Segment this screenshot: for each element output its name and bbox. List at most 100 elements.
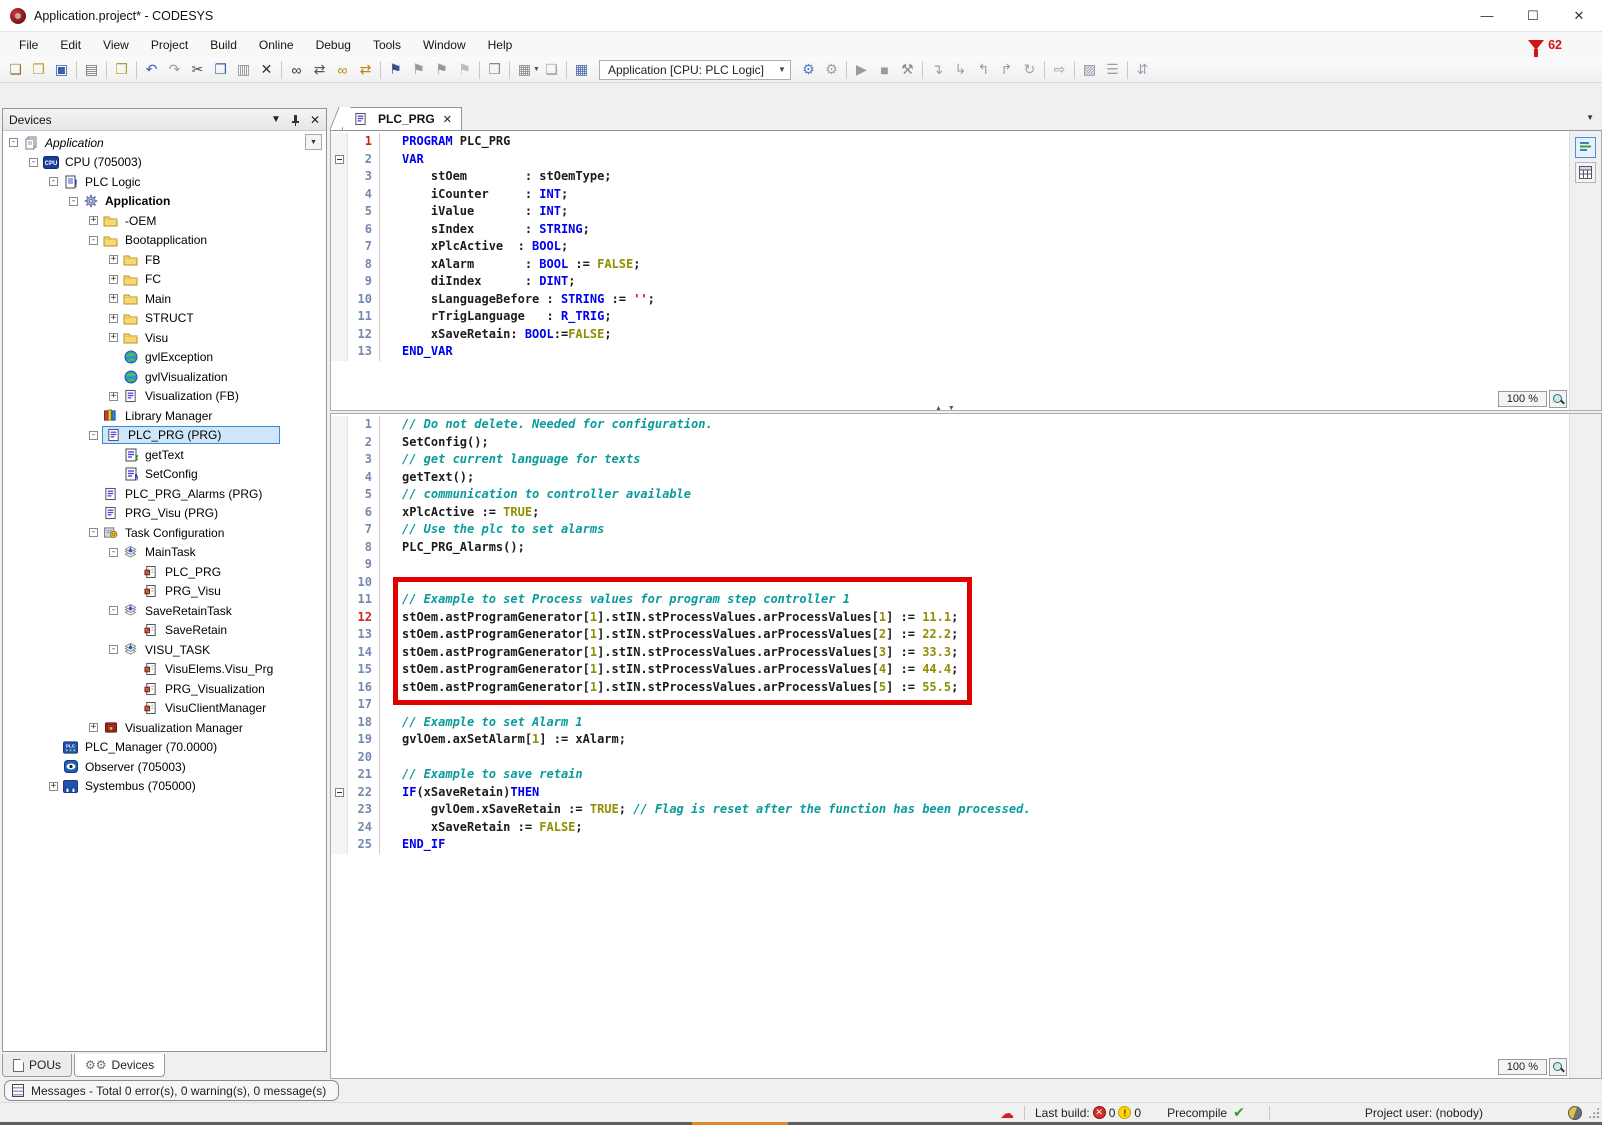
next-bookmark-icon[interactable]: ⚑ [430, 59, 453, 81]
force-values-icon[interactable]: ☰ [1101, 59, 1124, 81]
maximize-button[interactable]: ☐ [1510, 0, 1556, 32]
next-statement-icon[interactable]: ⇨ [1048, 59, 1071, 81]
close-button[interactable]: ✕ [1556, 0, 1602, 32]
collapse-icon[interactable]: - [109, 645, 118, 654]
redo-icon[interactable]: ↷ [163, 59, 186, 81]
collapse-icon[interactable]: - [29, 158, 38, 167]
logout-icon[interactable]: ⚙ [820, 59, 843, 81]
flow-control-icon[interactable]: ⇵ [1131, 59, 1154, 81]
tabular-view-button[interactable] [1575, 162, 1596, 183]
tab-plc-prg[interactable]: PLC_PRG ✕ [342, 107, 462, 130]
bookmark-icon[interactable]: ⚑ [384, 59, 407, 81]
tree-item-main[interactable]: +Main [3, 289, 326, 309]
login-icon[interactable]: ⚙ [797, 59, 820, 81]
menu-build[interactable]: Build [199, 34, 248, 56]
find-in-objects-icon[interactable]: ∞ [331, 59, 354, 81]
open-file-icon[interactable]: ❐ [27, 59, 50, 81]
implementation-code[interactable]: 1// Do not delete. Needed for configurat… [331, 416, 1569, 1078]
export-icon[interactable]: ❏ [540, 59, 563, 81]
tree-item-plc-manager-70-0000-[interactable]: PLCPLC_Manager (70.0000) [3, 738, 326, 758]
collapse-icon[interactable]: - [109, 606, 118, 615]
menu-debug[interactable]: Debug [305, 34, 362, 56]
pin-icon[interactable] [291, 115, 300, 124]
expand-icon[interactable]: + [109, 255, 118, 264]
tree-item-plc-prg-prg-[interactable]: -PLC_PRG (PRG) [3, 426, 326, 446]
tab-devices[interactable]: ⚙⚙ Devices [74, 1054, 165, 1077]
tree-item-library-manager[interactable]: Library Manager [3, 406, 326, 426]
resize-grip[interactable] [1588, 1107, 1600, 1119]
tab-close-icon[interactable]: ✕ [443, 113, 452, 126]
menu-project[interactable]: Project [140, 34, 199, 56]
magnifier-icon[interactable] [1549, 390, 1567, 408]
stop-icon[interactable]: ■ [873, 59, 896, 81]
tree-item-maintask[interactable]: -MainTask [3, 543, 326, 563]
tree-item-task-configuration[interactable]: -Task Configuration [3, 523, 326, 543]
rebuild-icon[interactable]: ⚒ [896, 59, 919, 81]
tree-item-application[interactable]: -Application [3, 192, 326, 212]
tree-item-plc-logic[interactable]: -!PLC Logic [3, 172, 326, 192]
tree-item-visualization-fb-[interactable]: +Visualization (FB) [3, 387, 326, 407]
step-into-icon[interactable]: ↳ [949, 59, 972, 81]
tree-item-application[interactable]: -Application [3, 133, 326, 153]
expand-icon[interactable]: + [109, 314, 118, 323]
tree-item-struct[interactable]: +STRUCT [3, 309, 326, 329]
copy-icon[interactable]: ❐ [209, 59, 232, 81]
tree-item-visuelems-visu-prg[interactable]: VisuElems.Visu_Prg [3, 660, 326, 680]
expand-icon[interactable]: + [109, 275, 118, 284]
tree-item-prg-visu-prg-[interactable]: PRG_Visu (PRG) [3, 504, 326, 524]
toggle-breakpoint-icon[interactable]: ▨ [1078, 59, 1101, 81]
declaration-zoom-control[interactable]: 100 % [1498, 390, 1567, 408]
tree-item-plc-prg[interactable]: PLC_PRG [3, 562, 326, 582]
tree-root-dropdown[interactable]: ▼ [305, 134, 322, 150]
menu-file[interactable]: File [8, 34, 49, 56]
minimize-button[interactable]: — [1464, 0, 1510, 32]
filter-funnel-icon[interactable] [1528, 40, 1544, 50]
expand-icon[interactable]: + [109, 294, 118, 303]
tree-item-visu[interactable]: +Visu [3, 328, 326, 348]
tree-item-plc-prg-alarms-prg-[interactable]: PLC_PRG_Alarms (PRG) [3, 484, 326, 504]
delete-icon[interactable]: ✕ [255, 59, 278, 81]
expand-icon[interactable]: + [89, 216, 98, 225]
fold-marker-icon[interactable] [331, 151, 348, 169]
tree-item-saveretaintask[interactable]: -SaveRetainTask [3, 601, 326, 621]
messages-button[interactable]: Messages - Total 0 error(s), 0 warning(s… [4, 1080, 339, 1101]
tree-item-fb[interactable]: +FB [3, 250, 326, 270]
tree-item-setconfig[interactable]: MSetConfig [3, 465, 326, 485]
tree-item-visuclientmanager[interactable]: VisuClientManager [3, 699, 326, 719]
collapse-icon[interactable]: - [89, 431, 98, 440]
tree-item-systembus-705000-[interactable]: +Systembus (705000) [3, 777, 326, 797]
expand-icon[interactable]: + [49, 782, 58, 791]
menu-help[interactable]: Help [477, 34, 524, 56]
menu-tools[interactable]: Tools [362, 34, 412, 56]
step-over-icon[interactable]: ↴ [926, 59, 949, 81]
new-file-icon[interactable]: ❏ [4, 59, 27, 81]
undo-icon[interactable]: ↶ [140, 59, 163, 81]
implementation-zoom-control[interactable]: 100 % [1498, 1058, 1567, 1076]
tree-item-prg-visualization[interactable]: PRG_Visualization [3, 679, 326, 699]
declaration-pane[interactable]: 1PROGRAM PLC_PRG2VAR3 stOem : stOemType;… [330, 131, 1602, 411]
tree-item--oem[interactable]: +-OEM [3, 211, 326, 231]
copy-project-icon[interactable]: ❒ [110, 59, 133, 81]
new-object-dropdown-icon[interactable]: ▼ [533, 66, 540, 73]
tree-item-visu-task[interactable]: -VISU_TASK [3, 640, 326, 660]
menu-view[interactable]: View [92, 34, 140, 56]
expand-icon[interactable]: + [109, 392, 118, 401]
previous-bookmark-icon[interactable]: ⚑ [407, 59, 430, 81]
panel-close-icon[interactable]: ✕ [310, 115, 320, 125]
reset-icon[interactable]: ↻ [1018, 59, 1041, 81]
tree-item-visualization-manager[interactable]: +Visualization Manager [3, 718, 326, 738]
find-icon[interactable]: ∞ [285, 59, 308, 81]
print-icon[interactable]: ▤ [80, 59, 103, 81]
collapse-icon[interactable]: - [89, 236, 98, 245]
replace-icon[interactable]: ⇄ [308, 59, 331, 81]
save-icon[interactable]: ▣ [50, 59, 73, 81]
expand-icon[interactable]: + [89, 723, 98, 732]
tab-pous[interactable]: POUs [2, 1054, 72, 1077]
implementation-pane[interactable]: 1// Do not delete. Needed for configurat… [330, 413, 1602, 1079]
menu-edit[interactable]: Edit [49, 34, 92, 56]
replace-in-objects-icon[interactable]: ⇄ [354, 59, 377, 81]
menu-online[interactable]: Online [248, 34, 305, 56]
zoom-level[interactable]: 100 % [1498, 391, 1547, 407]
splitter-arrows-icon[interactable]: ▲ ▼ [935, 405, 957, 412]
tree-item-observer-705003-[interactable]: Observer (705003) [3, 757, 326, 777]
